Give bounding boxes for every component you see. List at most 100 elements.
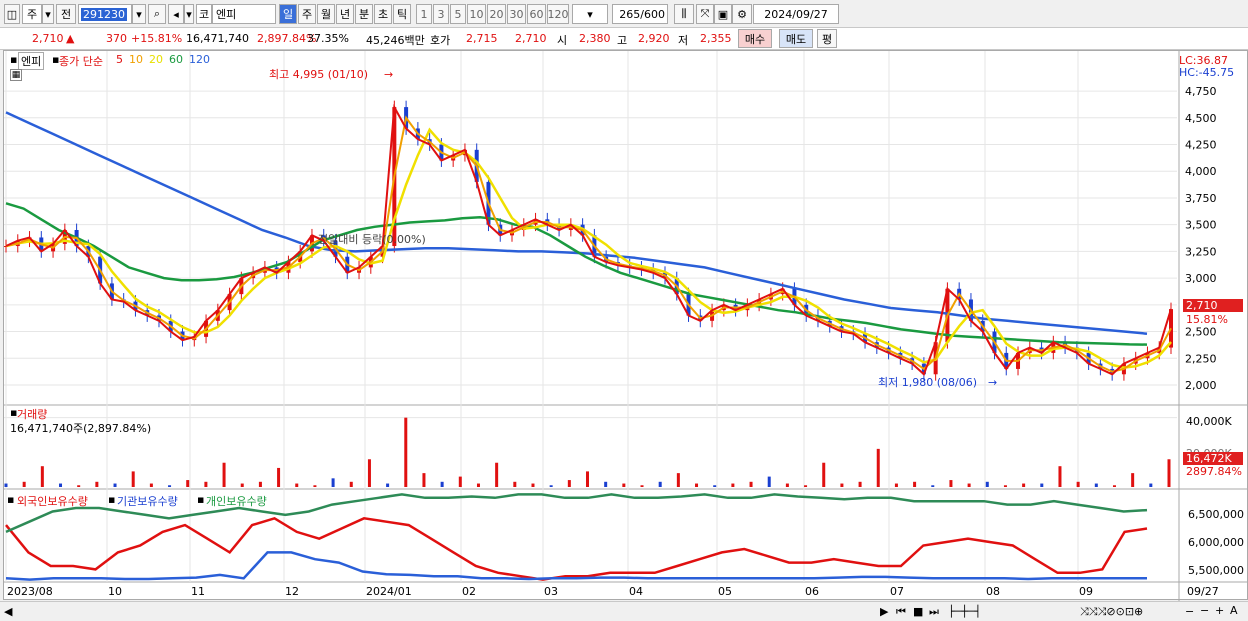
period-number-6[interactable]: 60 — [527, 4, 546, 24]
volume-value: 16,471,740 — [186, 32, 249, 45]
volume-bar — [331, 478, 335, 487]
ma120-line — [5, 111, 1148, 335]
fast-forward-icon[interactable]: ⏭ — [929, 605, 939, 619]
up-arrow-icon: ▲ — [66, 32, 75, 45]
zoom-out-icon[interactable]: − — [1185, 605, 1194, 618]
volume-bar — [186, 480, 190, 487]
y-tick-label: 4,250 — [1185, 139, 1217, 152]
y-tick-label: 3,250 — [1185, 245, 1217, 258]
stock-code-input[interactable]: 291230 — [78, 4, 132, 24]
scroll-bar[interactable]: ◀ ▶ ⏮ ■ ⏭ ├─┼─┤ ⤨⤨⤨⊘⊙⊡⊕ − − + A — [0, 601, 1248, 621]
volume-bar — [676, 473, 680, 487]
stop-icon[interactable]: ■ — [913, 605, 923, 618]
period-number-3[interactable]: 10 — [467, 4, 486, 24]
ma-period-5: 5 — [116, 53, 123, 66]
ma-label: 종가 단순 — [59, 55, 103, 68]
volume-bar — [658, 481, 662, 487]
volume-bar — [840, 483, 844, 487]
volume-bar — [785, 483, 789, 487]
volume-bar — [1022, 483, 1026, 487]
interval-5[interactable]: 초 — [374, 4, 392, 24]
stock-name-field[interactable]: 엔피 — [212, 4, 276, 24]
volume-bar — [567, 480, 571, 487]
volume-bar — [59, 483, 63, 487]
period-number-0[interactable]: 1 — [416, 4, 432, 24]
speaker-dropdown-icon[interactable]: ▾ — [184, 4, 194, 24]
foreign-holding-line — [5, 516, 1148, 581]
calendar-icon[interactable]: ▦ — [10, 69, 22, 81]
minus-icon[interactable]: − — [1200, 604, 1209, 617]
volume-bar — [277, 467, 281, 487]
period-number-1[interactable]: 3 — [433, 4, 449, 24]
volume-bar — [258, 481, 262, 487]
volume-pct-tag: 2897.84% — [1186, 465, 1242, 478]
plus-icon[interactable]: + — [1215, 604, 1224, 617]
period-extra-select[interactable]: ▾ — [572, 4, 608, 24]
zoom-slider[interactable]: ├─┼─┤ — [948, 605, 981, 618]
volume-bar — [240, 483, 244, 487]
jeon-button[interactable]: 전 — [56, 4, 76, 24]
gear-icon[interactable]: ⚙ — [732, 4, 752, 24]
period-number-2[interactable]: 5 — [450, 4, 466, 24]
change-annotation: 전일대비 등락(0.00%) — [318, 233, 426, 246]
scroll-right-icon[interactable]: ▶ — [880, 605, 888, 618]
period-number-4[interactable]: 20 — [487, 4, 506, 24]
ma-period-60: 60 — [169, 53, 183, 66]
volume-bar — [1040, 483, 1044, 487]
chart-svg[interactable]: 2023/08 10 11 12 2024/01 02 03 04 05 06 07 08 09 09/2… — [4, 51, 1248, 601]
period-type-select[interactable]: 주 — [22, 4, 42, 24]
chart-checkbox-icon[interactable]: ▪ — [10, 53, 17, 66]
eval-button[interactable]: 평 — [817, 29, 837, 48]
volume-bar — [404, 417, 408, 487]
search-icon[interactable]: ⌕ — [148, 4, 166, 24]
volume-bar — [949, 480, 953, 487]
sell-button[interactable]: 매도 — [779, 29, 813, 48]
interval-3[interactable]: 년 — [336, 4, 354, 24]
foreign-checkbox-icon[interactable]: ▪ — [7, 493, 14, 506]
font-size-icon[interactable]: A — [1230, 604, 1238, 617]
scroll-left-icon[interactable]: ◀ — [4, 605, 12, 618]
chevron-down-icon[interactable]: ▾ — [42, 4, 54, 24]
interval-4[interactable]: 분 — [355, 4, 373, 24]
high-arrow-icon: → — [384, 68, 393, 81]
speaker-icon[interactable]: ◂ — [168, 4, 184, 24]
rewind-icon[interactable]: ⏮ — [896, 605, 906, 619]
save-icon[interactable]: ▣ — [714, 4, 732, 24]
count-total: /600 — [640, 7, 665, 21]
candle-type-icon[interactable]: ⫼ — [674, 4, 694, 24]
interval-6[interactable]: 틱 — [393, 4, 411, 24]
interval-0[interactable]: 일 — [279, 4, 297, 24]
buy-button[interactable]: 매수 — [738, 29, 772, 48]
compare-icon[interactable]: ⤧ — [696, 4, 714, 24]
volume-bar — [113, 483, 117, 487]
volume-bar — [604, 481, 608, 487]
volume-bar — [1112, 485, 1116, 487]
period-number-5[interactable]: 30 — [507, 4, 526, 24]
volume-bar — [967, 483, 971, 487]
count-field[interactable]: 265/600 — [612, 4, 668, 24]
volume-bar — [40, 466, 44, 487]
trade-amount: 45,246백만 — [366, 34, 425, 47]
x-tick-label: 04 — [629, 585, 643, 598]
interval-1[interactable]: 주 — [298, 4, 316, 24]
period-number-7[interactable]: 120 — [547, 4, 569, 24]
interval-2[interactable]: 월 — [317, 4, 335, 24]
low-label: 저 — [678, 34, 689, 47]
chart-area[interactable]: 2023/08 10 11 12 2024/01 02 03 04 05 06 07 08 09 09/2… — [3, 50, 1248, 601]
volume-bar — [822, 462, 826, 487]
x-tick-label: 07 — [890, 585, 904, 598]
individual-label: 개인보유수량 — [206, 495, 267, 508]
inst-checkbox-icon[interactable]: ▪ — [108, 493, 115, 506]
y-tick-label: 3,500 — [1185, 219, 1217, 232]
open-label: 시 — [557, 34, 568, 47]
code-dropdown-icon[interactable]: ▾ — [132, 4, 146, 24]
layout-icon[interactable]: ◫ — [4, 4, 20, 24]
x-tick-label: 03 — [544, 585, 558, 598]
volume-bar — [876, 448, 880, 487]
indiv-checkbox-icon[interactable]: ▪ — [197, 493, 204, 506]
draw-tools-icon[interactable]: ⤨⤨⤨⊘⊙⊡⊕ — [1080, 605, 1143, 619]
volume-bar — [640, 485, 644, 487]
volume-bar — [476, 483, 480, 487]
date-field[interactable]: 2024/09/27 — [753, 4, 839, 24]
x-tick-label: 2023/08 — [7, 585, 53, 598]
